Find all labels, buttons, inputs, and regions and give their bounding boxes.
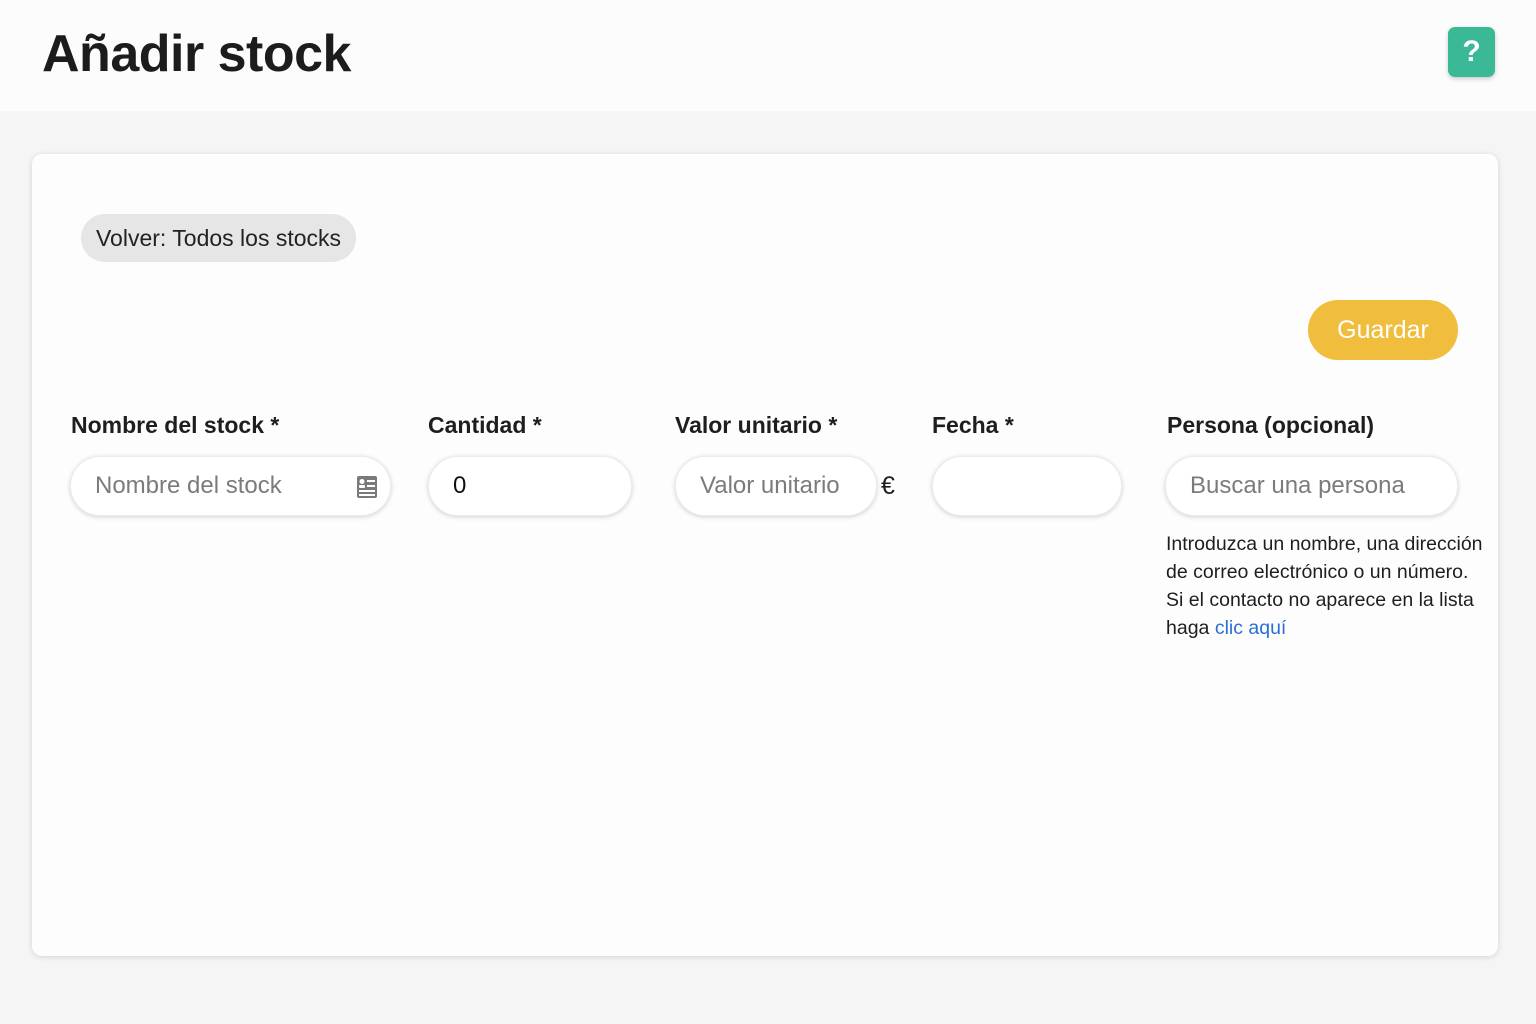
page-title: Añadir stock (42, 25, 351, 83)
date-label: Fecha * (932, 412, 1014, 438)
unit-value-label: Valor unitario * (675, 412, 838, 438)
question-mark-icon: ? (1462, 35, 1481, 68)
id-card-icon[interactable] (356, 475, 378, 499)
person-help-text: Introduzca un nombre, una dirección de c… (1166, 530, 1486, 642)
stock-name-label: Nombre del stock * (71, 412, 280, 438)
unit-value-field-wrapper (675, 456, 877, 516)
quantity-input[interactable] (429, 457, 631, 515)
person-search-input[interactable] (1166, 457, 1457, 515)
stock-name-field-wrapper (70, 456, 391, 516)
quantity-field-wrapper (428, 456, 632, 516)
person-field-wrapper (1165, 456, 1458, 516)
person-label: Persona (opcional) (1167, 412, 1375, 438)
top-bar: Añadir stock ? (0, 0, 1536, 111)
date-field-wrapper (932, 456, 1122, 516)
form-card: Volver: Todos los stocks Guardar Nombre … (32, 154, 1498, 956)
click-here-link[interactable]: clic aquí (1215, 617, 1287, 639)
quantity-label: Cantidad * (428, 412, 542, 438)
currency-symbol: € (881, 472, 895, 500)
person-help-message: Introduzca un nombre, una dirección de c… (1166, 533, 1483, 639)
help-button[interactable]: ? (1448, 27, 1495, 77)
save-button[interactable]: Guardar (1308, 300, 1458, 360)
unit-value-input[interactable] (676, 457, 876, 515)
stock-name-input[interactable] (71, 457, 390, 515)
back-to-all-stocks-button[interactable]: Volver: Todos los stocks (81, 214, 356, 262)
date-input[interactable] (933, 457, 1121, 515)
